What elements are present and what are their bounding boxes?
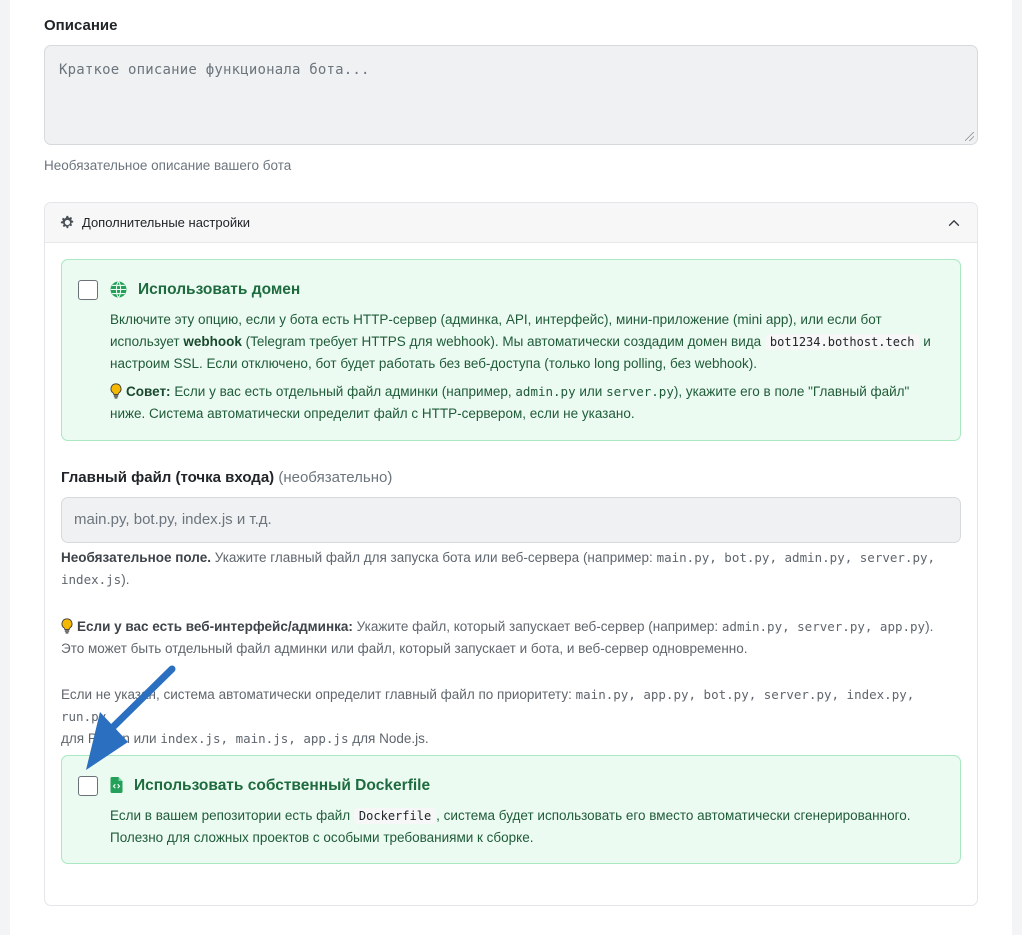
- main-file-help-1: Необязательное поле. Укажите главный фай…: [61, 550, 936, 587]
- main-file-help-3: Если не указан, система автоматически оп…: [61, 687, 915, 746]
- dockerfile-option-box: Использовать собственный Dockerfile Если…: [61, 755, 961, 864]
- chevron-up-icon[interactable]: [947, 216, 961, 230]
- use-domain-description: Включите эту опцию, если у бота есть HTT…: [110, 312, 931, 371]
- use-dockerfile-title: Использовать собственный Dockerfile: [134, 777, 431, 794]
- description-textarea[interactable]: Краткое описание функционала бота...: [44, 45, 978, 145]
- globe-icon: [110, 281, 127, 298]
- main-file-help-2: Если у вас есть веб-интерфейс/админка: У…: [61, 618, 934, 656]
- file-code-icon: [110, 777, 123, 793]
- main-file-label: Главный файл (точка входа) (необязательн…: [61, 469, 393, 486]
- domain-option-box: Использовать домен Включите эту опцию, е…: [61, 259, 961, 441]
- domain-example-code: bot1234.bothost.tech: [764, 334, 920, 350]
- use-dockerfile-checkbox[interactable]: [78, 776, 98, 796]
- use-domain-checkbox[interactable]: [78, 280, 98, 300]
- use-dockerfile-description: Если в вашем репозитории есть файл Docke…: [110, 808, 911, 845]
- main-file-input[interactable]: main.py, bot.py, index.js и т.д.: [61, 497, 961, 543]
- main-file-placeholder: main.py, bot.py, index.js и т.д.: [74, 511, 272, 528]
- description-placeholder: Краткое описание функционала бота...: [59, 62, 370, 78]
- advanced-settings-header[interactable]: Дополнительные настройки: [45, 203, 977, 243]
- use-domain-tip: Совет: Если у вас есть отдельный файл ад…: [110, 383, 910, 421]
- gear-icon: [60, 215, 74, 229]
- lightbulb-icon: [110, 383, 122, 399]
- advanced-settings-title: Дополнительные настройки: [82, 215, 251, 230]
- lightbulb-icon: [61, 618, 73, 634]
- resize-handle-icon[interactable]: [965, 132, 974, 141]
- dockerfile-code: Dockerfile: [353, 808, 437, 824]
- description-label: Описание: [44, 17, 118, 34]
- description-help: Необязательное описание вашего бота: [44, 158, 292, 173]
- use-domain-title: Использовать домен: [138, 281, 301, 298]
